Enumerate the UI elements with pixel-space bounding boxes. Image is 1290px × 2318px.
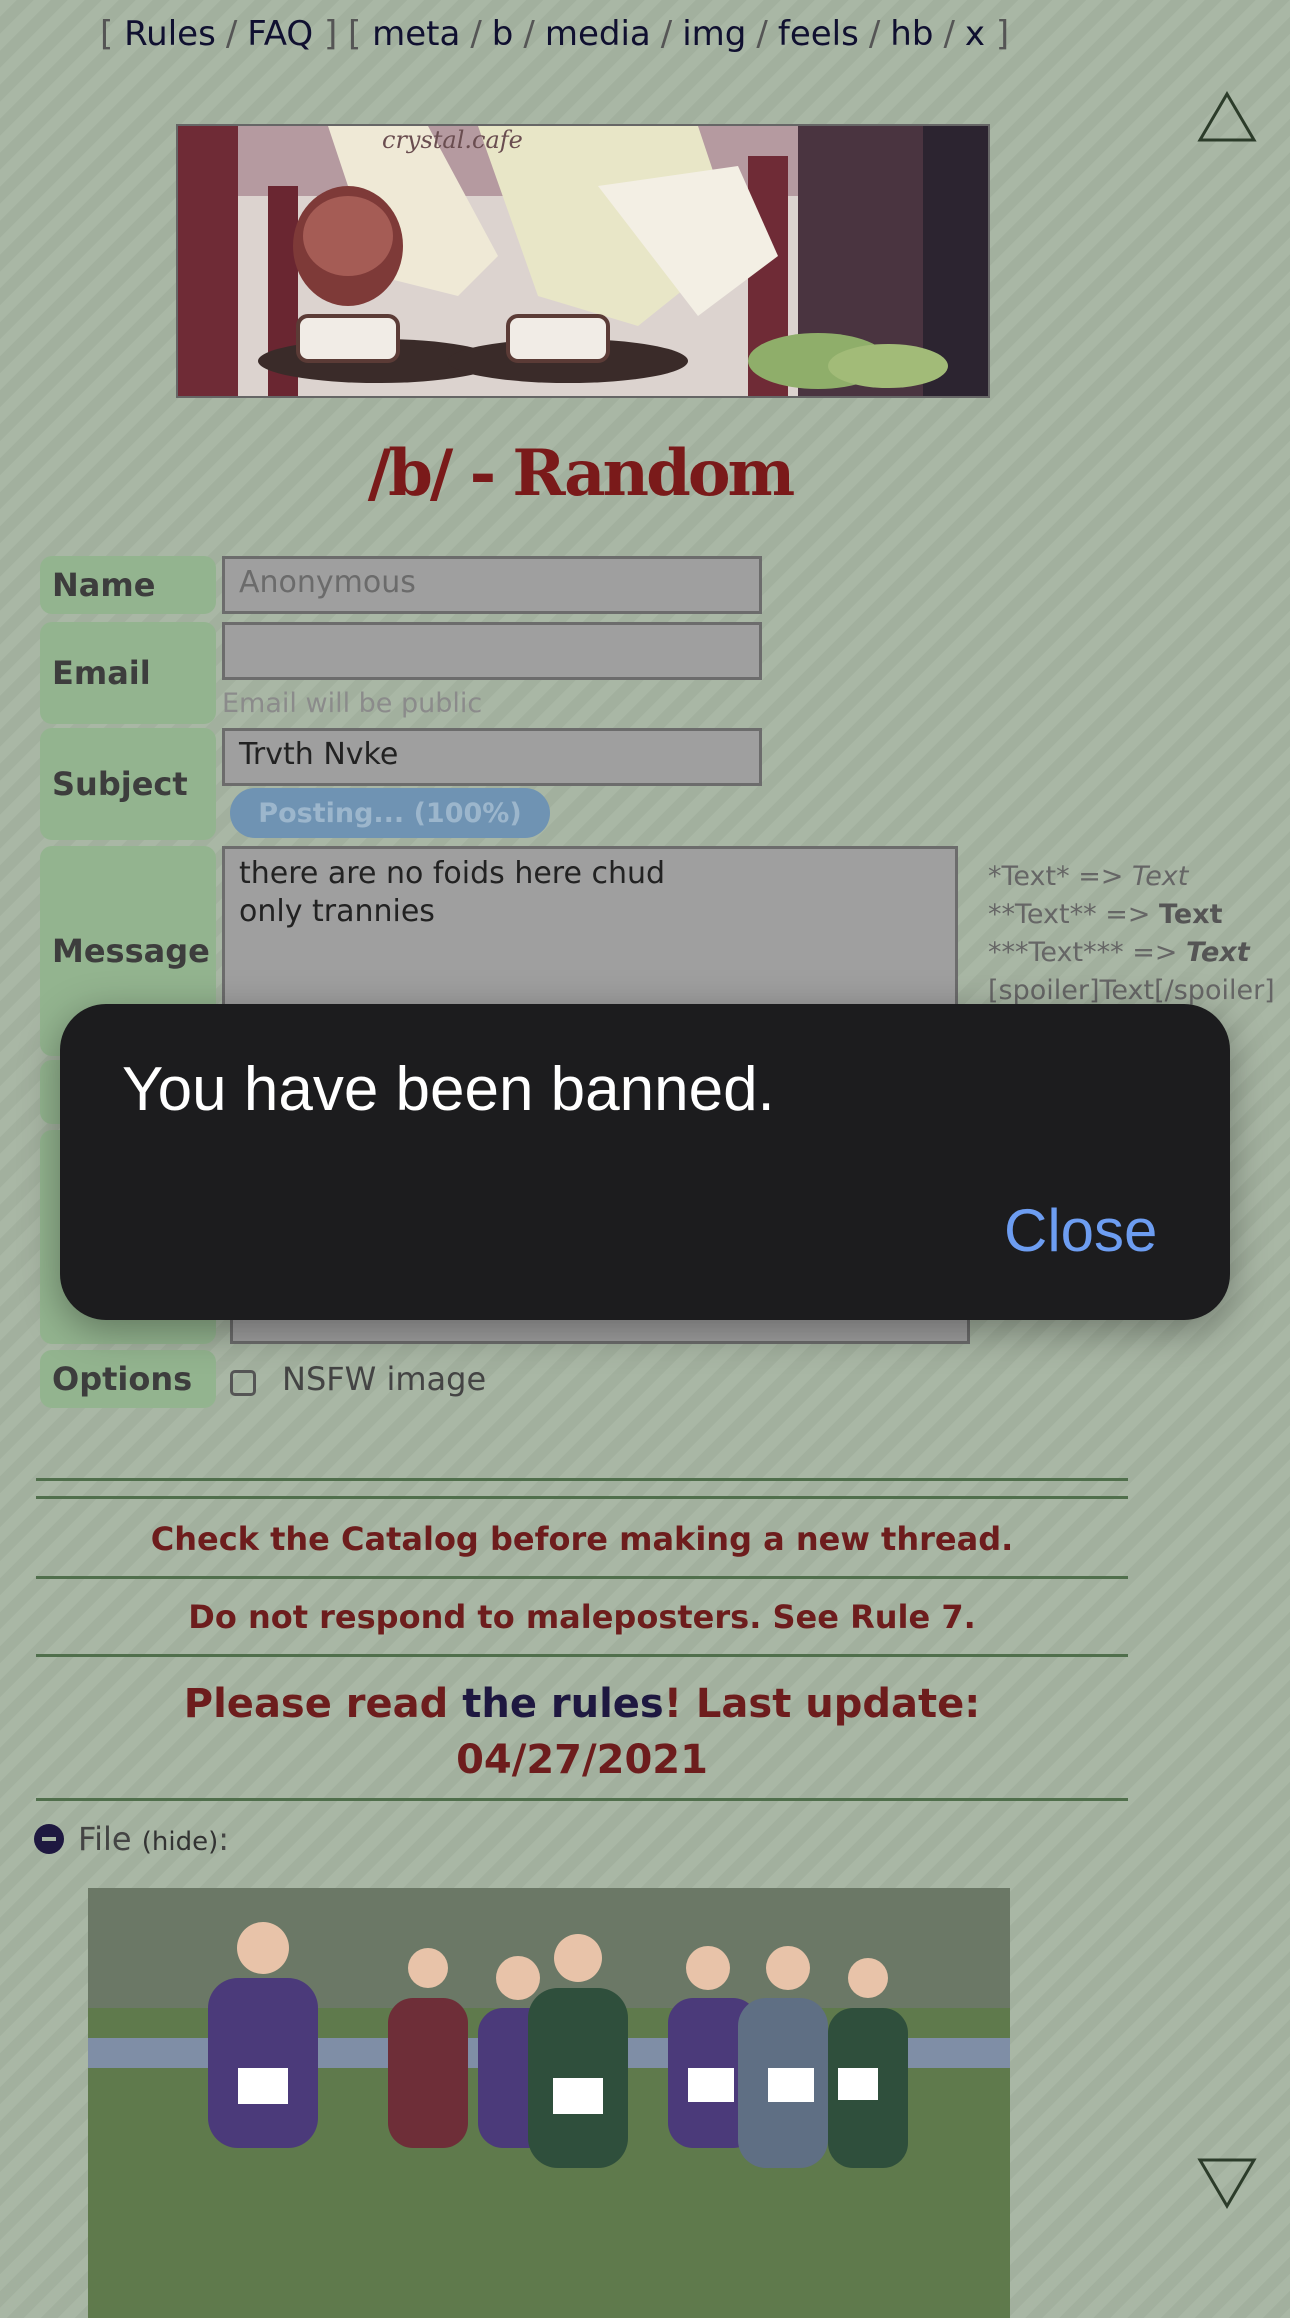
close-button[interactable]: Close: [1004, 1196, 1157, 1265]
board-banner[interactable]: crystal.cafe: [176, 124, 990, 398]
post-progress-button[interactable]: Posting... (100%): [230, 788, 550, 838]
rules-text-post: ! Last update:: [663, 1681, 981, 1727]
scroll-down-icon[interactable]: [1196, 2156, 1258, 2210]
file-header: File (hide):: [34, 1820, 229, 1858]
nav-link-x[interactable]: x: [965, 14, 985, 54]
divider: [36, 1654, 1128, 1657]
nav-link-img[interactable]: img: [682, 14, 746, 54]
divider: [36, 1496, 1128, 1499]
nav-link-hb[interactable]: hb: [890, 14, 933, 54]
notice-maleposters: Do not respond to maleposters. See Rule …: [188, 1598, 976, 1636]
file-label: File: [78, 1820, 132, 1858]
hide-link[interactable]: hide: [152, 1827, 208, 1857]
format-italic-source: *Text* =>: [988, 861, 1124, 892]
name-input[interactable]: Anonymous: [222, 556, 762, 614]
format-bold-source: **Text** =>: [988, 899, 1151, 930]
scroll-up-icon[interactable]: [1196, 90, 1258, 144]
notice-rules: Please read the rules! Last update: 04/2…: [36, 1676, 1128, 1788]
format-bolditalic-source: ***Text*** =>: [988, 937, 1178, 968]
board-title: /b/ - Random: [367, 436, 795, 511]
nav-link-feels[interactable]: feels: [778, 14, 859, 54]
nsfw-label: NSFW image: [282, 1360, 487, 1398]
rules-text-pre: Please read: [183, 1681, 449, 1727]
email-label: Email: [40, 622, 216, 724]
nav-link-media[interactable]: media: [545, 14, 651, 54]
options-label: Options: [40, 1350, 216, 1408]
nav-link-meta[interactable]: meta: [372, 14, 460, 54]
email-input[interactable]: [222, 622, 762, 680]
nav-link-b[interactable]: b: [492, 14, 514, 54]
formatting-help: *Text* => Text **Text** => Text ***Text*…: [988, 858, 1275, 1010]
rules-link[interactable]: the rules: [462, 1681, 664, 1727]
ban-dialog: You have been banned. Close: [60, 1004, 1230, 1320]
divider: [36, 1798, 1128, 1801]
rules-date: 04/27/2021: [456, 1737, 708, 1783]
name-label: Name: [40, 556, 216, 614]
message-line: there are no foids here chud: [239, 856, 666, 891]
dialog-title: You have been banned.: [122, 1055, 775, 1124]
format-bolditalic-result: Text: [1186, 937, 1250, 968]
notice-catalog: Check the Catalog before making a new th…: [150, 1520, 1014, 1558]
format-italic-result: Text: [1132, 861, 1189, 892]
subject-label: Subject: [40, 728, 216, 840]
email-hint: Email will be public: [222, 688, 483, 719]
nsfw-checkbox[interactable]: [230, 1370, 256, 1396]
nav-bracket: [: [100, 14, 114, 54]
format-bold-result: Text: [1159, 899, 1223, 930]
banner-watermark: crystal.cafe: [382, 126, 523, 154]
message-line: only trannies: [239, 894, 435, 929]
subject-input[interactable]: Trvth Nvke: [222, 728, 762, 786]
board-nav: [ Rules / FAQ ] [ meta / b / media / img / feels / h…: [100, 14, 1010, 54]
nav-link-rules[interactable]: Rules: [124, 14, 216, 54]
divider: [36, 1478, 1128, 1481]
nav-link-faq[interactable]: FAQ: [247, 14, 313, 54]
thread-image[interactable]: [88, 1888, 1010, 2318]
collapse-icon[interactable]: [34, 1824, 64, 1854]
divider: [36, 1576, 1128, 1579]
